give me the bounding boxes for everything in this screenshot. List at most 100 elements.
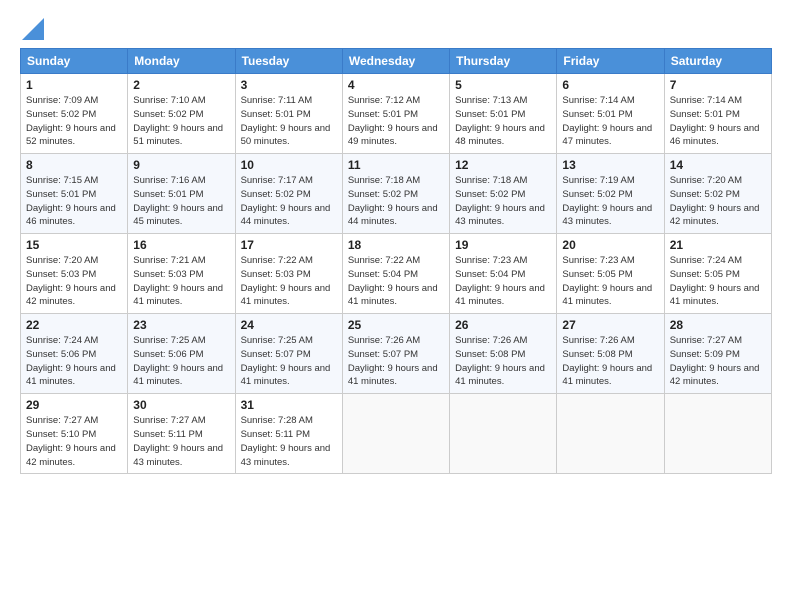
day-info: Sunrise: 7:22 AM Sunset: 5:03 PM Dayligh…: [241, 254, 337, 309]
day-number: 28: [670, 318, 766, 332]
calendar-header-tuesday: Tuesday: [235, 49, 342, 74]
calendar-cell: 10 Sunrise: 7:17 AM Sunset: 5:02 PM Dayli…: [235, 154, 342, 234]
day-number: 3: [241, 78, 337, 92]
day-number: 9: [133, 158, 229, 172]
day-info: Sunrise: 7:15 AM Sunset: 5:01 PM Dayligh…: [26, 174, 122, 229]
header: [20, 18, 772, 38]
logo-arrow-icon: [22, 18, 44, 40]
day-info: Sunrise: 7:28 AM Sunset: 5:11 PM Dayligh…: [241, 414, 337, 469]
day-number: 14: [670, 158, 766, 172]
calendar-cell: 23Sunrise: 7:25 AM Sunset: 5:06 PM Dayli…: [128, 314, 235, 394]
day-info: Sunrise: 7:14 AM Sunset: 5:01 PM Dayligh…: [670, 94, 766, 149]
day-number: 18: [348, 238, 444, 252]
calendar-cell: 6 Sunrise: 7:14 AM Sunset: 5:01 PM Daylig…: [557, 74, 664, 154]
calendar-header-sunday: Sunday: [21, 49, 128, 74]
calendar-cell: [342, 394, 449, 474]
calendar-week-5: 29Sunrise: 7:27 AM Sunset: 5:10 PM Dayli…: [21, 394, 772, 474]
calendar-cell: 12 Sunrise: 7:18 AM Sunset: 5:02 PM Dayli…: [450, 154, 557, 234]
day-number: 24: [241, 318, 337, 332]
calendar-header-thursday: Thursday: [450, 49, 557, 74]
day-info: Sunrise: 7:16 AM Sunset: 5:01 PM Dayligh…: [133, 174, 229, 229]
day-info: Sunrise: 7:26 AM Sunset: 5:08 PM Dayligh…: [562, 334, 658, 389]
day-info: Sunrise: 7:24 AM Sunset: 5:05 PM Dayligh…: [670, 254, 766, 309]
calendar-week-4: 22 Sunrise: 7:24 AM Sunset: 5:06 PM Dayli…: [21, 314, 772, 394]
calendar-cell: 31 Sunrise: 7:28 AM Sunset: 5:11 PM Dayli…: [235, 394, 342, 474]
calendar-cell: 20Sunrise: 7:23 AM Sunset: 5:05 PM Dayli…: [557, 234, 664, 314]
calendar-week-3: 15 Sunrise: 7:20 AM Sunset: 5:03 PM Dayli…: [21, 234, 772, 314]
day-number: 16: [133, 238, 229, 252]
day-number: 15: [26, 238, 122, 252]
day-info: Sunrise: 7:20 AM Sunset: 5:02 PM Dayligh…: [670, 174, 766, 229]
day-info: Sunrise: 7:27 AM Sunset: 5:11 PM Dayligh…: [133, 414, 229, 469]
day-number: 21: [670, 238, 766, 252]
day-info: Sunrise: 7:11 AM Sunset: 5:01 PM Dayligh…: [241, 94, 337, 149]
calendar-cell: 3 Sunrise: 7:11 AM Sunset: 5:01 PM Daylig…: [235, 74, 342, 154]
day-info: Sunrise: 7:23 AM Sunset: 5:04 PM Dayligh…: [455, 254, 551, 309]
calendar-cell: 25Sunrise: 7:26 AM Sunset: 5:07 PM Dayli…: [342, 314, 449, 394]
day-number: 13: [562, 158, 658, 172]
calendar-cell: 22 Sunrise: 7:24 AM Sunset: 5:06 PM Dayli…: [21, 314, 128, 394]
day-number: 29: [26, 398, 122, 412]
calendar-week-2: 8 Sunrise: 7:15 AM Sunset: 5:01 PM Daylig…: [21, 154, 772, 234]
day-number: 26: [455, 318, 551, 332]
day-info: Sunrise: 7:21 AM Sunset: 5:03 PM Dayligh…: [133, 254, 229, 309]
day-number: 11: [348, 158, 444, 172]
day-info: Sunrise: 7:14 AM Sunset: 5:01 PM Dayligh…: [562, 94, 658, 149]
day-number: 31: [241, 398, 337, 412]
calendar-cell: [664, 394, 771, 474]
day-number: 1: [26, 78, 122, 92]
day-info: Sunrise: 7:18 AM Sunset: 5:02 PM Dayligh…: [455, 174, 551, 229]
day-info: Sunrise: 7:26 AM Sunset: 5:08 PM Dayligh…: [455, 334, 551, 389]
day-info: Sunrise: 7:12 AM Sunset: 5:01 PM Dayligh…: [348, 94, 444, 149]
calendar-cell: 29Sunrise: 7:27 AM Sunset: 5:10 PM Dayli…: [21, 394, 128, 474]
day-number: 8: [26, 158, 122, 172]
day-number: 22: [26, 318, 122, 332]
calendar-cell: 18 Sunrise: 7:22 AM Sunset: 5:04 PM Dayli…: [342, 234, 449, 314]
calendar-cell: 4 Sunrise: 7:12 AM Sunset: 5:01 PM Daylig…: [342, 74, 449, 154]
day-info: Sunrise: 7:25 AM Sunset: 5:06 PM Dayligh…: [133, 334, 229, 389]
day-info: Sunrise: 7:20 AM Sunset: 5:03 PM Dayligh…: [26, 254, 122, 309]
day-info: Sunrise: 7:27 AM Sunset: 5:09 PM Dayligh…: [670, 334, 766, 389]
day-number: 10: [241, 158, 337, 172]
calendar-cell: 27 Sunrise: 7:26 AM Sunset: 5:08 PM Dayli…: [557, 314, 664, 394]
page: SundayMondayTuesdayWednesdayThursdayFrid…: [0, 0, 792, 486]
day-number: 12: [455, 158, 551, 172]
day-number: 4: [348, 78, 444, 92]
calendar-cell: [450, 394, 557, 474]
day-number: 2: [133, 78, 229, 92]
calendar: SundayMondayTuesdayWednesdayThursdayFrid…: [20, 48, 772, 474]
day-number: 19: [455, 238, 551, 252]
calendar-cell: 13Sunrise: 7:19 AM Sunset: 5:02 PM Dayli…: [557, 154, 664, 234]
calendar-header-row: SundayMondayTuesdayWednesdayThursdayFrid…: [21, 49, 772, 74]
day-number: 5: [455, 78, 551, 92]
day-info: Sunrise: 7:17 AM Sunset: 5:02 PM Dayligh…: [241, 174, 337, 229]
calendar-cell: 24Sunrise: 7:25 AM Sunset: 5:07 PM Dayli…: [235, 314, 342, 394]
calendar-cell: 21 Sunrise: 7:24 AM Sunset: 5:05 PM Dayli…: [664, 234, 771, 314]
calendar-header-friday: Friday: [557, 49, 664, 74]
day-info: Sunrise: 7:26 AM Sunset: 5:07 PM Dayligh…: [348, 334, 444, 389]
day-info: Sunrise: 7:23 AM Sunset: 5:05 PM Dayligh…: [562, 254, 658, 309]
calendar-cell: 14 Sunrise: 7:20 AM Sunset: 5:02 PM Dayli…: [664, 154, 771, 234]
calendar-cell: 26 Sunrise: 7:26 AM Sunset: 5:08 PM Dayli…: [450, 314, 557, 394]
calendar-header-monday: Monday: [128, 49, 235, 74]
calendar-cell: 1 Sunrise: 7:09 AM Sunset: 5:02 PM Daylig…: [21, 74, 128, 154]
calendar-cell: [557, 394, 664, 474]
calendar-cell: 28 Sunrise: 7:27 AM Sunset: 5:09 PM Dayli…: [664, 314, 771, 394]
day-info: Sunrise: 7:10 AM Sunset: 5:02 PM Dayligh…: [133, 94, 229, 149]
day-info: Sunrise: 7:18 AM Sunset: 5:02 PM Dayligh…: [348, 174, 444, 229]
calendar-header-saturday: Saturday: [664, 49, 771, 74]
day-number: 27: [562, 318, 658, 332]
day-info: Sunrise: 7:24 AM Sunset: 5:06 PM Dayligh…: [26, 334, 122, 389]
day-number: 6: [562, 78, 658, 92]
calendar-cell: 11 Sunrise: 7:18 AM Sunset: 5:02 PM Dayli…: [342, 154, 449, 234]
day-number: 30: [133, 398, 229, 412]
logo: [20, 18, 44, 38]
calendar-cell: 19 Sunrise: 7:23 AM Sunset: 5:04 PM Dayli…: [450, 234, 557, 314]
calendar-body: 1 Sunrise: 7:09 AM Sunset: 5:02 PM Daylig…: [21, 74, 772, 474]
calendar-cell: 8 Sunrise: 7:15 AM Sunset: 5:01 PM Daylig…: [21, 154, 128, 234]
day-number: 7: [670, 78, 766, 92]
day-info: Sunrise: 7:22 AM Sunset: 5:04 PM Dayligh…: [348, 254, 444, 309]
day-info: Sunrise: 7:09 AM Sunset: 5:02 PM Dayligh…: [26, 94, 122, 149]
calendar-cell: 5Sunrise: 7:13 AM Sunset: 5:01 PM Daylig…: [450, 74, 557, 154]
calendar-cell: 2 Sunrise: 7:10 AM Sunset: 5:02 PM Daylig…: [128, 74, 235, 154]
